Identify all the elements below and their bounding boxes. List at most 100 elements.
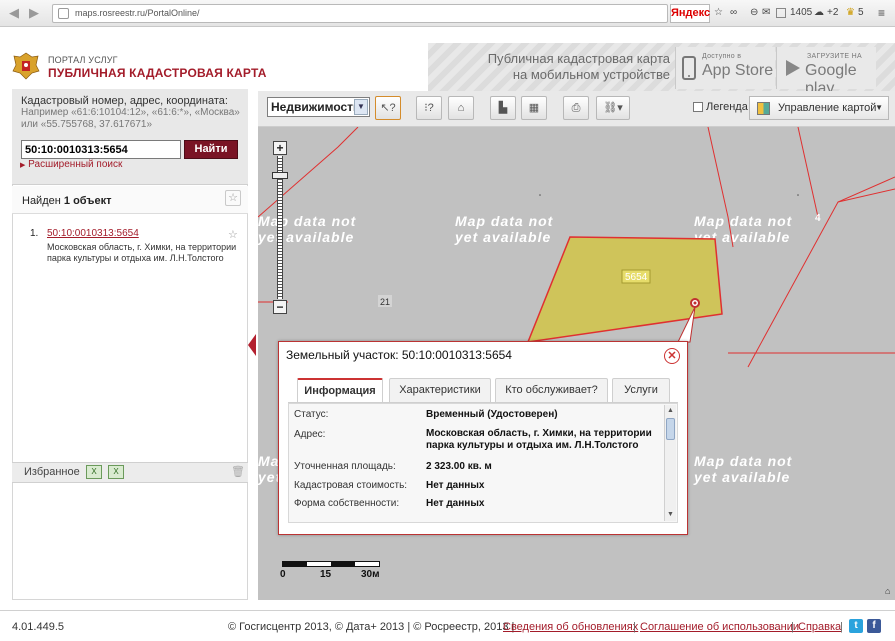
house-icon: ⌂ xyxy=(457,102,465,114)
watermark-2a: Map data not xyxy=(455,213,554,229)
stop-icon[interactable]: ⊖ xyxy=(750,6,758,20)
result-star-icon[interactable]: ☆ xyxy=(228,228,238,241)
point-question-icon: ⁝? xyxy=(424,102,434,114)
identify-cursor-button[interactable]: ↖? xyxy=(375,96,401,120)
search-hint-examples: Например «61:6:10104:12», «61:6:*», «Мос… xyxy=(21,107,240,130)
scroll-up-icon[interactable]: ▲ xyxy=(665,406,676,416)
forward-icon[interactable]: ▶ xyxy=(26,5,42,21)
window-icon[interactable] xyxy=(776,8,786,18)
print-icon: ⎙ xyxy=(571,102,581,114)
map-label-21: 21 xyxy=(380,297,390,307)
footer-divider xyxy=(0,610,895,611)
row-label-status: Статус: xyxy=(294,409,329,420)
notifications-count[interactable]: 5 xyxy=(858,6,864,20)
map-corner-mark: ⌂ xyxy=(885,586,890,596)
result-number: 1. xyxy=(30,228,39,239)
advanced-search-link[interactable]: ▶ Расширенный поиск xyxy=(20,159,122,170)
search-hint-title: Кадастровый номер, адрес, координата: xyxy=(21,95,228,107)
popup-title: Земельный участок: 50:10:0010313:5654 xyxy=(286,348,512,362)
row-value-status: Временный (Удостоверен) xyxy=(426,409,558,420)
popup-scrollbar[interactable]: ▲ ▼ xyxy=(664,405,676,521)
row-value-ownership: Нет данных xyxy=(426,498,485,509)
area-measure-button[interactable]: ▦ xyxy=(521,96,547,120)
notifications-icon[interactable]: ♛ xyxy=(846,6,855,20)
result-link[interactable]: 50:10:0010313:5654 xyxy=(47,228,139,239)
excel-export-icon[interactable]: X xyxy=(86,465,102,479)
excel-import-icon[interactable]: X xyxy=(108,465,124,479)
tab-information[interactable]: Информация xyxy=(297,378,383,403)
row-value-address: Московская область, г. Химки, на террито… xyxy=(426,428,652,451)
scroll-thumb[interactable] xyxy=(666,418,675,440)
tab-who-serves[interactable]: Кто обслуживает? xyxy=(495,378,608,402)
found-count: 1 объект xyxy=(63,195,112,207)
identify-point-button[interactable]: ⁝? xyxy=(416,96,442,120)
page-favicon xyxy=(58,8,69,19)
map-control-button[interactable]: Управление картой ▼ xyxy=(749,96,889,120)
search-button[interactable]: Найти xyxy=(184,140,238,159)
help-link[interactable]: Справка xyxy=(798,621,841,633)
version: 4.01.449.5 xyxy=(12,621,64,633)
legend-checkbox[interactable] xyxy=(693,102,703,112)
reader-glasses-icon[interactable]: ∞ xyxy=(730,6,737,20)
weather-value[interactable]: +2 xyxy=(827,6,838,20)
link-icon: ⛓▾ xyxy=(603,102,623,114)
facebook-icon[interactable]: f xyxy=(867,619,881,633)
mail-icon[interactable]: ✉ xyxy=(762,6,770,20)
map-label-4: 4 xyxy=(815,213,821,224)
watermark-1a: Map data not xyxy=(258,213,357,229)
ruler-icon: ▙ xyxy=(498,102,508,114)
googleplay-button[interactable]: ЗАГРУЗИТЕ НА Google play xyxy=(776,47,876,97)
legend-label: Легенда xyxy=(706,101,748,113)
emblem-icon xyxy=(12,52,40,80)
watermark-3a: Map data not xyxy=(694,213,793,229)
watermark-5a: Map data not xyxy=(694,453,793,469)
link-button[interactable]: ⛓▾ xyxy=(596,96,630,120)
cloud-icon: ☁ xyxy=(814,7,824,18)
parcel-label: 5654 xyxy=(625,272,648,283)
parcel-polygon[interactable] xyxy=(526,236,723,343)
page-title[interactable]: ПУБЛИЧНАЯ КАДАСТРОВАЯ КАРТА xyxy=(48,66,267,80)
row-value-cost: Нет данных xyxy=(426,480,485,491)
trash-icon[interactable]: 🗑 xyxy=(231,465,245,478)
zoom-in-button[interactable]: + xyxy=(273,141,287,155)
layer-select-value: Недвижимость xyxy=(271,100,361,114)
twitter-icon[interactable]: t xyxy=(849,619,863,633)
scale-bar xyxy=(282,561,380,567)
tab-services[interactable]: Услуги xyxy=(612,378,670,402)
zoom-slider-handle[interactable] xyxy=(272,172,288,179)
print-button[interactable]: ⎙ xyxy=(563,96,589,120)
play-icon xyxy=(786,60,800,76)
menu-icon[interactable]: ≡ xyxy=(878,6,885,20)
advanced-search-label: Расширенный поиск xyxy=(28,159,123,170)
appstore-button[interactable]: Доступно в App Store xyxy=(675,47,775,89)
back-icon[interactable]: ◀ xyxy=(6,5,22,21)
collapse-panel-icon[interactable] xyxy=(248,334,256,356)
watermark-5b: yet available xyxy=(693,469,790,485)
address-bar[interactable]: maps.rosreestr.ru/PortalOnline/ xyxy=(52,4,668,23)
star-icon[interactable]: ☆ xyxy=(225,190,241,206)
yandex-search-button[interactable]: Яндекс xyxy=(670,4,710,23)
close-icon[interactable]: ✕ xyxy=(664,348,680,364)
identify-area-button[interactable]: ⌂ xyxy=(448,96,474,120)
watermark-2b: yet available xyxy=(454,229,551,245)
bookmark-star-icon[interactable]: ☆ xyxy=(714,6,723,20)
updates-link[interactable]: Сведения об обновлениях xyxy=(503,621,638,633)
mail-count[interactable]: 1405 xyxy=(790,6,812,20)
portal-label: ПОРТАЛ УСЛУГ xyxy=(48,55,118,65)
cursor-question-icon: ↖? xyxy=(380,102,396,114)
appstore-small: Доступно в xyxy=(702,53,742,60)
scroll-down-icon[interactable]: ▼ xyxy=(665,510,676,520)
search-input[interactable] xyxy=(21,140,181,159)
triangle-right-icon: ▶ xyxy=(20,162,26,169)
agreement-link[interactable]: Соглашение об использовании xyxy=(640,621,799,633)
measure-button[interactable]: ▙ xyxy=(490,96,516,120)
row-label-ownership: Форма собственности: xyxy=(294,498,400,509)
layer-select[interactable]: Недвижимость ▼ xyxy=(267,97,370,117)
tab-characteristics[interactable]: Характеристики xyxy=(389,378,491,402)
scale-label-0: 0 xyxy=(280,569,286,580)
found-text: Найден 1 объект xyxy=(22,195,111,207)
zoom-out-button[interactable]: − xyxy=(273,300,287,314)
row-label-address: Адрес: xyxy=(294,429,326,440)
row-label-area: Уточненная площадь: xyxy=(294,461,396,472)
googleplay-small: ЗАГРУЗИТЕ НА xyxy=(807,53,862,60)
